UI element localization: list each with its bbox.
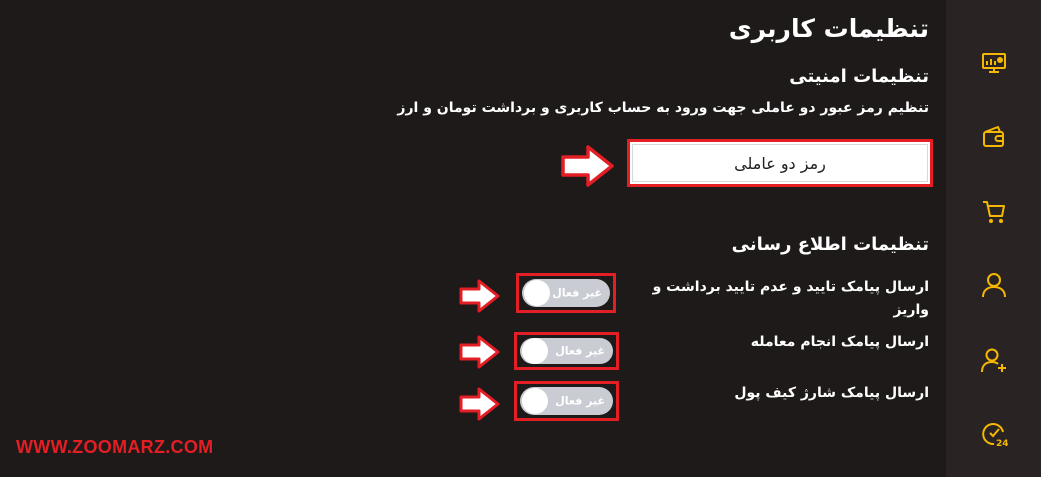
cart-icon <box>983 201 1005 223</box>
notif-wallet-charge-label: ارسال پیامک شارژ کیف پول <box>734 385 929 401</box>
user-icon <box>982 273 1006 298</box>
page-title: تنظیمات کاربری <box>728 14 929 43</box>
toggle-highlight: غیر فعال <box>514 381 619 421</box>
main-content: تنظیمات کاربری تنظیمات امنیتی تنظیم رمز … <box>0 0 946 477</box>
notif-withdraw-deposit-label: ارسال پیامک تایید و عدم تایید برداشت و و… <box>652 279 929 318</box>
toggle-status: غیر فعال <box>555 344 605 358</box>
watermark: WWW.ZOOMARZ.COM <box>16 437 214 457</box>
support-24-icon: 24 <box>982 423 1008 448</box>
toggle-knob <box>522 388 548 414</box>
sidebar-item-wallet[interactable] <box>979 122 1009 152</box>
security-section-title: تنظیمات امنیتی <box>789 66 929 87</box>
security-description: تنظیم رمز عبور دو عاملی جهت ورود به حساب… <box>397 100 929 116</box>
pointer-arrow-icon <box>459 387 500 421</box>
pointer-arrow-icon <box>561 145 614 187</box>
sidebar-item-cart[interactable] <box>979 197 1009 227</box>
toggle-status: غیر فعال <box>552 286 602 300</box>
notif-withdraw-deposit-toggle[interactable]: غیر فعال <box>522 279 610 307</box>
sidebar-item-dashboard[interactable] <box>979 48 1009 78</box>
sidebar-item-support[interactable]: 24 <box>979 419 1009 449</box>
wallet-icon <box>983 126 1004 147</box>
toggle-knob <box>522 338 548 364</box>
svg-text:24: 24 <box>996 439 1008 448</box>
two-factor-highlight: رمز دو عاملی <box>627 139 933 187</box>
toggle-highlight: غیر فعال <box>514 332 619 370</box>
page: تنظیمات کاربری تنظیمات امنیتی تنظیم رمز … <box>0 0 1041 477</box>
toggle-status: غیر فعال <box>555 394 605 408</box>
notif-trade-label: ارسال پیامک انجام معامله <box>750 334 929 350</box>
dashboard-icon <box>982 53 1006 73</box>
two-factor-button[interactable]: رمز دو عاملی <box>632 144 928 182</box>
pointer-arrow-icon <box>459 279 500 313</box>
pointer-arrow-icon <box>459 335 500 369</box>
sidebar: 24 <box>946 0 1041 477</box>
notif-trade-toggle[interactable]: غیر فعال <box>520 338 613 364</box>
toggle-highlight: غیر فعال <box>516 273 616 313</box>
notifications-section-title: تنظیمات اطلاع رسانی <box>731 234 929 255</box>
sidebar-item-invite[interactable] <box>979 345 1009 375</box>
user-add-icon <box>981 348 1006 373</box>
toggle-knob <box>524 280 550 306</box>
notif-wallet-charge-toggle[interactable]: غیر فعال <box>520 387 613 415</box>
sidebar-item-profile[interactable] <box>979 270 1009 300</box>
